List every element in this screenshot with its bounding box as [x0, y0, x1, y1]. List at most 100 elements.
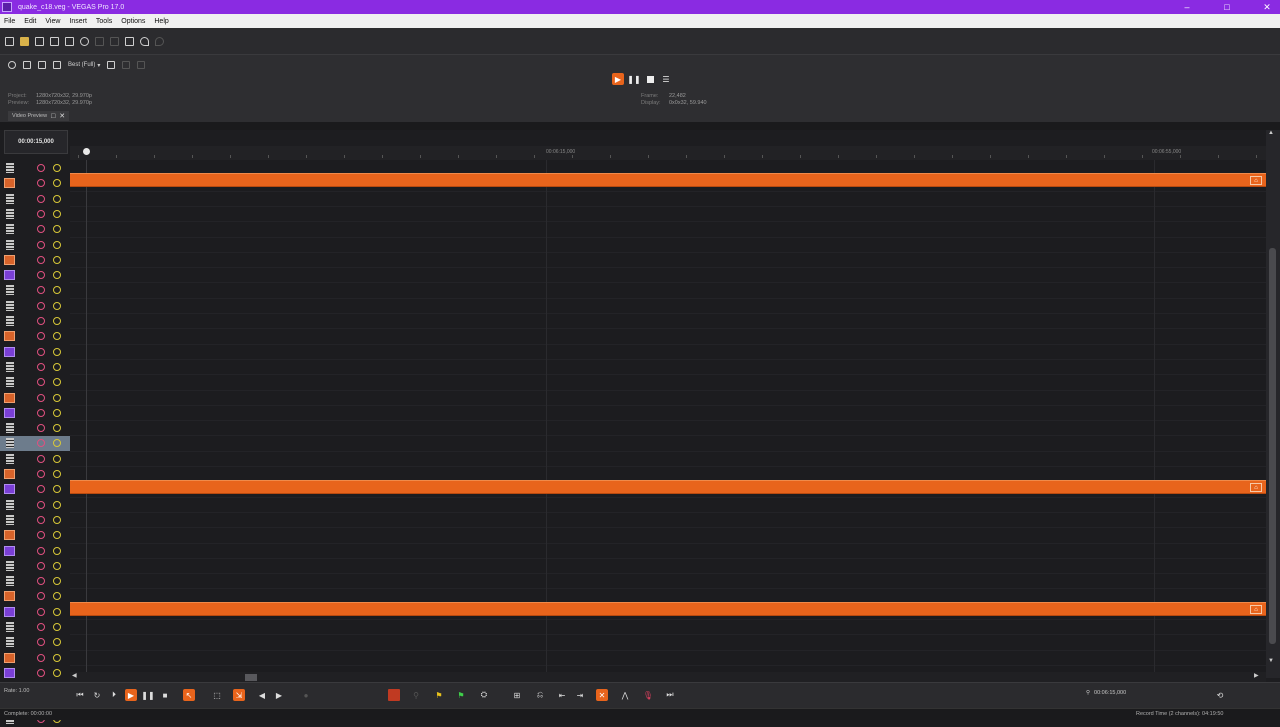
mute-icon[interactable]: [37, 485, 45, 494]
solo-icon[interactable]: [53, 347, 61, 356]
preview-settings-icon[interactable]: [8, 61, 16, 69]
save-snapshot-icon[interactable]: [137, 61, 146, 69]
overlays-icon[interactable]: [107, 61, 116, 69]
video-event-2[interactable]: ⌂: [70, 480, 1266, 494]
split-screen-icon[interactable]: [53, 61, 61, 69]
microphone-icon[interactable]: 🎙: [642, 689, 654, 701]
solo-icon[interactable]: [53, 255, 61, 264]
menu-tools[interactable]: Tools: [96, 18, 112, 25]
track-header[interactable]: [0, 283, 70, 298]
solo-icon[interactable]: [53, 209, 61, 218]
mute-icon[interactable]: [37, 347, 45, 356]
menu-edit[interactable]: Edit: [24, 18, 36, 25]
solo-icon[interactable]: [53, 164, 61, 172]
solo-icon[interactable]: [53, 470, 61, 478]
solo-icon[interactable]: [53, 439, 61, 448]
solo-icon[interactable]: [53, 225, 61, 234]
mute-icon[interactable]: [37, 515, 45, 524]
event-fx-icon[interactable]: ⌂: [1250, 176, 1262, 185]
track-header[interactable]: [0, 544, 70, 559]
mute-icon[interactable]: [37, 209, 45, 218]
maximize-button[interactable]: □: [1222, 2, 1232, 12]
scroll-down-icon[interactable]: ▼: [1268, 658, 1274, 664]
save-as-icon[interactable]: [50, 36, 59, 46]
mute-icon[interactable]: [37, 271, 45, 280]
mute-icon[interactable]: [37, 424, 45, 433]
envelope-icon[interactable]: ⋀: [619, 689, 631, 701]
crossfade-icon[interactable]: ✕: [596, 689, 608, 701]
properties-icon[interactable]: [80, 36, 89, 46]
vertical-scroll-thumb[interactable]: [1269, 248, 1276, 644]
go-to-start-icon[interactable]: ⏮: [74, 689, 86, 701]
timeline-area[interactable]: ⌂ ⌂ ⌂: [70, 160, 1266, 712]
minimize-button[interactable]: –: [1182, 2, 1192, 12]
solo-icon[interactable]: [53, 393, 61, 402]
solo-icon[interactable]: [53, 378, 61, 387]
track-header[interactable]: [0, 161, 70, 176]
mute-icon[interactable]: [37, 286, 45, 295]
horizontal-scroll-thumb[interactable]: [245, 674, 257, 681]
solo-icon[interactable]: [53, 362, 61, 371]
mute-icon[interactable]: [37, 607, 45, 616]
mute-icon[interactable]: [37, 668, 45, 677]
mute-icon[interactable]: [37, 577, 45, 586]
solo-icon[interactable]: [53, 561, 61, 570]
track-header[interactable]: [0, 222, 70, 237]
lock-envelopes-icon[interactable]: ⚲: [410, 689, 422, 701]
video-event-1[interactable]: ⌂: [70, 173, 1266, 187]
solo-icon[interactable]: [53, 454, 61, 463]
track-header[interactable]: [0, 314, 70, 329]
track-header[interactable]: [0, 513, 70, 528]
ignore-event-grouping-icon[interactable]: ⛭: [478, 689, 490, 701]
track-header[interactable]: [0, 559, 70, 574]
grid-icon[interactable]: ⊞: [511, 689, 523, 701]
solo-icon[interactable]: [53, 424, 61, 433]
tab-video-preview[interactable]: Video Preview □ ✕: [8, 111, 70, 121]
scroll-left-icon[interactable]: ◀: [72, 672, 77, 679]
mute-icon[interactable]: [37, 378, 45, 387]
new-icon[interactable]: [5, 36, 14, 46]
menu-file[interactable]: File: [4, 18, 15, 25]
cut-icon[interactable]: [95, 36, 104, 46]
mute-icon[interactable]: [37, 531, 45, 540]
track-header[interactable]: [0, 635, 70, 650]
trim-end-icon[interactable]: ⇥: [574, 689, 586, 701]
selection-tool-icon[interactable]: ⬚: [211, 689, 223, 701]
mute-icon[interactable]: [37, 623, 45, 631]
track-header[interactable]: [0, 574, 70, 589]
menu-options[interactable]: Options: [121, 18, 145, 25]
mute-icon[interactable]: [37, 470, 45, 478]
mute-icon[interactable]: [37, 408, 45, 417]
solo-icon[interactable]: [53, 286, 61, 295]
region-icon[interactable]: ⚑: [455, 689, 467, 701]
track-header[interactable]: [0, 253, 70, 268]
solo-icon[interactable]: [53, 408, 61, 417]
mute-icon[interactable]: [37, 454, 45, 463]
horizontal-scrollbar[interactable]: ◀ ▶: [70, 672, 1266, 682]
track-header[interactable]: [0, 299, 70, 314]
track-header[interactable]: [0, 238, 70, 253]
normal-edit-tool-icon[interactable]: ↖: [183, 689, 195, 701]
menu-lines-icon[interactable]: ☰: [660, 73, 672, 85]
vertical-scrollbar[interactable]: ▲ ▼: [1266, 130, 1280, 678]
track-header[interactable]: [0, 498, 70, 513]
event-fx-icon[interactable]: ⌂: [1250, 605, 1262, 614]
mute-icon[interactable]: [37, 332, 45, 341]
mute-icon[interactable]: [37, 561, 45, 570]
solo-icon[interactable]: [53, 332, 61, 341]
save-icon[interactable]: [35, 36, 44, 46]
go-to-end-icon[interactable]: ⏭: [664, 689, 676, 701]
copy-icon[interactable]: [110, 36, 119, 46]
sync-icon[interactable]: ⟲: [1214, 689, 1226, 701]
close-icon[interactable]: ✕: [59, 112, 65, 120]
mute-icon[interactable]: [37, 653, 45, 662]
track-header[interactable]: [0, 329, 70, 344]
open-icon[interactable]: [20, 36, 29, 46]
solo-icon[interactable]: [53, 546, 61, 555]
solo-icon[interactable]: [53, 179, 61, 188]
solo-icon[interactable]: [53, 623, 61, 631]
render-icon[interactable]: [65, 36, 74, 46]
track-header[interactable]: [0, 482, 70, 497]
solo-icon[interactable]: [53, 607, 61, 616]
cursor-time-display[interactable]: 00:00:15,000: [4, 130, 68, 154]
